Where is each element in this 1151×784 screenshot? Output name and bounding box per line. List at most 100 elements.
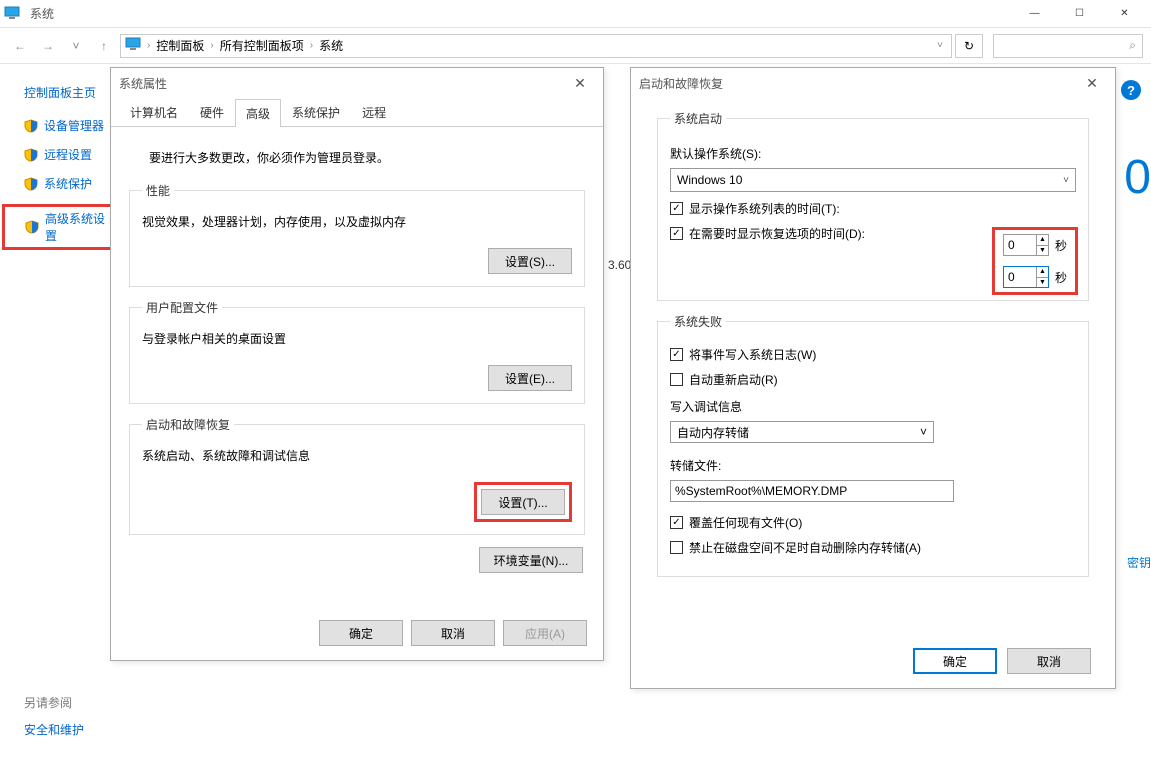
crumb-system[interactable]: 系统 [319, 37, 343, 54]
dump-file-input[interactable]: %SystemRoot%\MEMORY.DMP [670, 480, 954, 502]
environment-variables-button[interactable]: 环境变量(N)... [479, 547, 583, 573]
product-key-link[interactable]: 密钥 [1127, 554, 1151, 571]
shield-icon [24, 119, 38, 133]
sidebar-device-manager[interactable]: 设备管理器 [24, 117, 115, 134]
label-nodel: 禁止在磁盘空间不足时自动删除内存转储(A) [689, 539, 921, 556]
user-profile-group: 用户配置文件 与登录帐户相关的桌面设置 设置(E)... [129, 299, 585, 404]
sidebar-home-link[interactable]: 控制面板主页 [24, 84, 115, 101]
startup-recovery-legend: 启动和故障恢复 [142, 416, 234, 433]
checkbox-autorestart[interactable] [670, 373, 683, 386]
tab-advanced[interactable]: 高级 [235, 99, 281, 127]
highlight-startup-button: 设置(T)... [474, 482, 572, 522]
maximize-button[interactable]: ☐ [1057, 0, 1102, 28]
spinner-down-icon[interactable]: ▼ [1037, 246, 1048, 256]
sidebar-remote[interactable]: 远程设置 [24, 146, 115, 163]
spinner-up-icon[interactable]: ▲ [1037, 235, 1048, 246]
crumb-all-items[interactable]: 所有控制面板项 [220, 37, 304, 54]
chevron-down-icon: ˅ [1063, 175, 1069, 186]
checkbox-overwrite[interactable] [670, 516, 683, 529]
dialog-title: 系统属性 [119, 75, 167, 92]
checkbox-show-oslist[interactable] [670, 202, 683, 215]
ok-button[interactable]: 确定 [913, 648, 997, 674]
dump-file-value: %SystemRoot%\MEMORY.DMP [675, 484, 847, 498]
oslist-timeout-input[interactable] [1004, 235, 1036, 255]
tab-remote[interactable]: 远程 [351, 98, 397, 126]
address-dropdown-icon[interactable]: ˅ [933, 40, 947, 51]
oslist-timeout-spinner[interactable]: ▲▼ [1003, 234, 1049, 256]
startup-recovery-dialog: 启动和故障恢复 ✕ 系统启动 默认操作系统(S): Windows 10 ˅ 显… [630, 67, 1116, 689]
seconds-label: 秒 [1055, 237, 1067, 254]
system-failure-group: 系统失败 将事件写入系统日志(W) 自动重新启动(R) 写入调试信息 自动内存转… [657, 313, 1089, 577]
dump-file-label: 转储文件: [670, 457, 1076, 474]
address-icon [125, 37, 141, 54]
windows-logo-digit: 0 [1124, 150, 1151, 205]
dialog-titlebar[interactable]: 系统属性 ✕ [111, 68, 603, 98]
close-icon[interactable]: ✕ [565, 75, 595, 92]
checkbox-syslog[interactable] [670, 348, 683, 361]
label-autorestart: 自动重新启动(R) [689, 371, 778, 388]
spinner-up-icon[interactable]: ▲ [1037, 267, 1048, 278]
up-button[interactable]: ↑ [92, 34, 116, 58]
main-titlebar: 系统 — ☐ ✕ [0, 0, 1151, 28]
highlight-timeouts: ▲▼ 秒 ▲▼ 秒 [992, 227, 1078, 295]
shield-icon [24, 177, 38, 191]
cancel-button[interactable]: 取消 [1007, 648, 1091, 674]
startup-recovery-settings-button[interactable]: 设置(T)... [481, 489, 565, 515]
chevron-down-icon: ˅ [920, 425, 927, 439]
system-failure-legend: 系统失败 [670, 313, 726, 330]
user-profile-settings-button[interactable]: 设置(E)... [488, 365, 572, 391]
performance-settings-button[interactable]: 设置(S)... [488, 248, 572, 274]
dialog-titlebar[interactable]: 启动和故障恢复 ✕ [631, 68, 1115, 98]
admin-note: 要进行大多数更改，你必须作为管理员登录。 [149, 149, 585, 166]
crumb-control-panel[interactable]: 控制面板 [156, 37, 204, 54]
tabstrip: 计算机名 硬件 高级 系统保护 远程 [111, 98, 603, 127]
sidebar: 控制面板主页 设备管理器 远程设置 系统保护 高级系统设置 另请参阅 安全和维护 [0, 66, 115, 262]
checkbox-show-recovery[interactable] [670, 227, 683, 240]
sidebar-security-maintenance[interactable]: 安全和维护 [24, 721, 84, 738]
cancel-button[interactable]: 取消 [411, 620, 495, 646]
user-profile-desc: 与登录帐户相关的桌面设置 [142, 330, 572, 347]
window-title: 系统 [30, 5, 1012, 22]
recent-dropdown[interactable]: ˅ [64, 34, 88, 58]
sidebar-protection[interactable]: 系统保护 [24, 175, 115, 192]
seconds-label: 秒 [1055, 269, 1067, 286]
system-icon [4, 6, 24, 22]
help-icon[interactable]: ? [1121, 80, 1141, 100]
system-startup-group: 系统启动 默认操作系统(S): Windows 10 ˅ 显示操作系统列表的时间… [657, 110, 1089, 301]
address-bar[interactable]: › 控制面板 › 所有控制面板项 › 系统 ˅ [120, 34, 952, 58]
refresh-button[interactable]: ↻ [955, 34, 983, 58]
tab-hardware[interactable]: 硬件 [189, 98, 235, 126]
user-profile-legend: 用户配置文件 [142, 299, 222, 316]
default-os-select[interactable]: Windows 10 ˅ [670, 168, 1076, 192]
performance-desc: 视觉效果，处理器计划，内存使用，以及虚拟内存 [142, 213, 572, 230]
navbar: ← → ˅ ↑ › 控制面板 › 所有控制面板项 › 系统 ˅ ↻ ⌕ [0, 28, 1151, 64]
search-input[interactable]: ⌕ [993, 34, 1143, 58]
back-button[interactable]: ← [8, 34, 32, 58]
checkbox-nodel[interactable] [670, 541, 683, 554]
tab-computer-name[interactable]: 计算机名 [119, 98, 189, 126]
ok-button[interactable]: 确定 [319, 620, 403, 646]
close-icon[interactable]: ✕ [1077, 75, 1107, 92]
apply-button[interactable]: 应用(A) [503, 620, 587, 646]
close-button[interactable]: ✕ [1102, 0, 1147, 28]
minimize-button[interactable]: — [1012, 0, 1057, 28]
chevron-right-icon[interactable]: › [306, 40, 317, 51]
startup-recovery-desc: 系统启动、系统故障和调试信息 [142, 447, 572, 464]
default-os-value: Windows 10 [677, 173, 742, 187]
recovery-timeout-input[interactable] [1004, 267, 1036, 287]
label-overwrite: 覆盖任何现有文件(O) [689, 514, 802, 531]
debug-info-select[interactable]: 自动内存转储 ˅ [670, 421, 934, 443]
shield-icon [24, 148, 38, 162]
seealso-label: 另请参阅 [24, 694, 84, 711]
debug-info-value: 自动内存转储 [677, 424, 749, 441]
label-show-recovery: 在需要时显示恢复选项的时间(D): [689, 225, 865, 242]
system-startup-legend: 系统启动 [670, 110, 726, 127]
tab-protection[interactable]: 系统保护 [281, 98, 351, 126]
shield-icon [25, 220, 39, 234]
sidebar-advanced[interactable]: 高级系统设置 [25, 210, 110, 244]
chevron-right-icon[interactable]: › [143, 40, 154, 51]
recovery-timeout-spinner[interactable]: ▲▼ [1003, 266, 1049, 288]
forward-button[interactable]: → [36, 34, 60, 58]
chevron-right-icon[interactable]: › [206, 40, 217, 51]
spinner-down-icon[interactable]: ▼ [1037, 278, 1048, 288]
